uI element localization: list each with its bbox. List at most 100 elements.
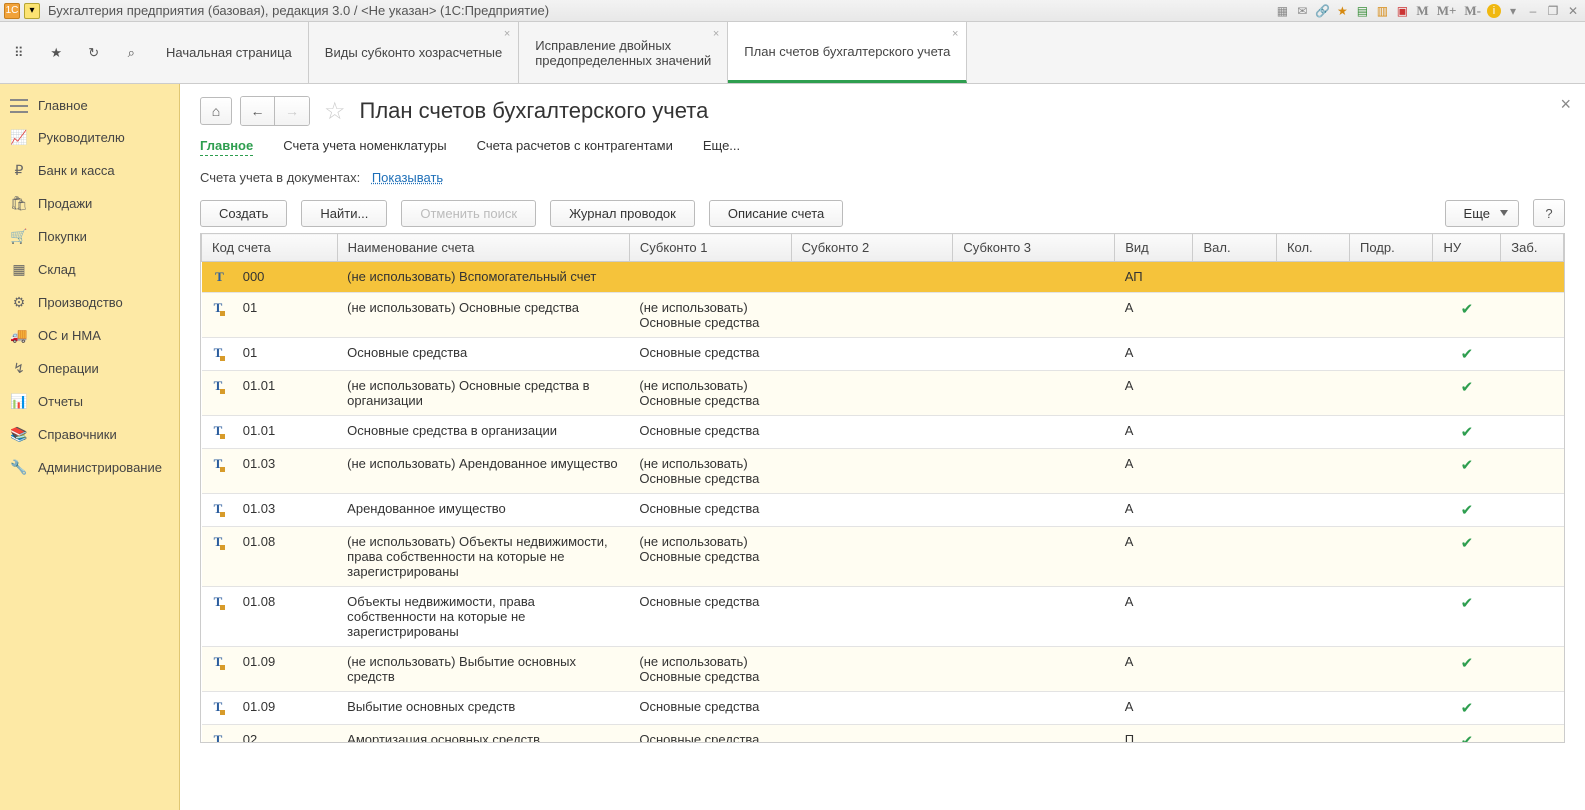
info-icon[interactable]: i <box>1487 4 1501 18</box>
sidebar-item-10[interactable]: 📚Справочники <box>0 418 179 451</box>
subtab-2[interactable]: Счета расчетов с контрагентами <box>477 138 673 156</box>
apps-icon[interactable]: ⠿ <box>9 43 29 63</box>
cell: А <box>1115 338 1193 371</box>
history-icon[interactable]: ↻ <box>84 43 104 63</box>
sidebar-item-0[interactable]: Главное <box>0 90 179 121</box>
mplus-button[interactable]: M+ <box>1435 3 1459 19</box>
table-row[interactable]: T 01.09(не использовать) Выбытие основны… <box>202 647 1564 692</box>
sidebar-item-9[interactable]: 📊Отчеты <box>0 385 179 418</box>
cell: ✔ <box>1433 371 1501 416</box>
sidebar-item-6[interactable]: ⚙Производство <box>0 286 179 319</box>
schedule-icon[interactable]: ▥ <box>1374 3 1390 19</box>
table-row[interactable]: T 01Основные средстваОсновные средстваА✔ <box>202 338 1564 371</box>
column-header[interactable]: Субконто 2 <box>791 234 953 262</box>
page-title: План счетов бухгалтерского учета <box>360 98 709 124</box>
forward-button[interactable]: → <box>275 97 309 125</box>
column-header[interactable]: Вал. <box>1193 234 1276 262</box>
calc-icon[interactable]: ▤ <box>1354 3 1370 19</box>
dropdown-icon[interactable]: ▾ <box>24 3 40 19</box>
cell: А <box>1115 371 1193 416</box>
column-header[interactable]: Подр. <box>1349 234 1432 262</box>
tab-3[interactable]: План счетов бухгалтерского учета× <box>728 22 967 83</box>
cell <box>1501 371 1564 416</box>
sidebar-item-1[interactable]: 📈Руководителю <box>0 121 179 154</box>
link-icon[interactable]: 🔗 <box>1314 3 1330 19</box>
column-header[interactable]: НУ <box>1433 234 1501 262</box>
cell: А <box>1115 527 1193 587</box>
favorite-icon[interactable]: ★ <box>1334 3 1350 19</box>
cell <box>1193 338 1276 371</box>
tab-0[interactable]: Начальная страница <box>150 22 309 83</box>
sidebar-item-7[interactable]: 🚚ОС и НМА <box>0 319 179 352</box>
column-header[interactable]: Наименование счета <box>337 234 629 262</box>
dropdown2-icon[interactable]: ▾ <box>1505 3 1521 19</box>
cell <box>1276 725 1349 744</box>
tab-close-icon[interactable]: × <box>952 28 958 40</box>
cell: А <box>1115 416 1193 449</box>
cell <box>1501 647 1564 692</box>
cell <box>953 262 1115 293</box>
subtab-3[interactable]: Еще... <box>703 138 740 156</box>
find-button[interactable]: Найти... <box>301 200 387 227</box>
sidebar-item-3[interactable]: 🛍Продажи <box>0 187 179 220</box>
tab-2[interactable]: Исправление двойныхпредопределенных знач… <box>519 22 728 83</box>
create-button[interactable]: Создать <box>200 200 287 227</box>
home-button[interactable]: ⌂ <box>200 97 232 125</box>
star-icon[interactable]: ★ <box>46 43 66 63</box>
sidebar-item-4[interactable]: 🛒Покупки <box>0 220 179 253</box>
more-button[interactable]: Еще <box>1445 200 1519 227</box>
column-header[interactable]: Субконто 1 <box>629 234 791 262</box>
cell <box>791 371 953 416</box>
window-minimize-icon[interactable]: – <box>1525 3 1541 19</box>
description-button[interactable]: Описание счета <box>709 200 843 227</box>
column-header[interactable]: Заб. <box>1501 234 1564 262</box>
column-header[interactable]: Код счета <box>202 234 338 262</box>
sidebar-item-5[interactable]: ▦Склад <box>0 253 179 286</box>
subtab-1[interactable]: Счета учета номенклатуры <box>283 138 446 156</box>
tab-close-icon[interactable]: × <box>504 28 510 40</box>
bag-icon: 🛍 <box>10 195 28 212</box>
cell: Выбытие основных средств <box>337 692 629 725</box>
cell <box>953 692 1115 725</box>
mail-icon[interactable]: ✉ <box>1294 3 1310 19</box>
table-row[interactable]: T 01.01Основные средства в организацииОс… <box>202 416 1564 449</box>
column-header[interactable]: Субконто 3 <box>953 234 1115 262</box>
table-row[interactable]: T 01.03(не использовать) Арендованное им… <box>202 449 1564 494</box>
sidebar-item-2[interactable]: ₽Банк и касса <box>0 154 179 187</box>
cell <box>1501 494 1564 527</box>
sidebar-item-8[interactable]: ↯Операции <box>0 352 179 385</box>
tab-1[interactable]: Виды субконто хозрасчетные× <box>309 22 519 83</box>
calendar-icon[interactable]: ▣ <box>1394 3 1410 19</box>
mminus-button[interactable]: M- <box>1462 3 1483 19</box>
table-row[interactable]: T 01.08Объекты недвижимости, права собст… <box>202 587 1564 647</box>
window-close-icon[interactable]: ✕ <box>1565 3 1581 19</box>
app-icon[interactable]: 1C <box>4 3 20 19</box>
m-button[interactable]: M <box>1414 3 1430 19</box>
table-row[interactable]: T 02Амортизация основных средствОсновные… <box>202 725 1564 744</box>
subtab-0[interactable]: Главное <box>200 138 253 156</box>
table-row[interactable]: T 01.01(не использовать) Основные средст… <box>202 371 1564 416</box>
accounts-table[interactable]: Код счетаНаименование счетаСубконто 1Суб… <box>200 233 1565 743</box>
table-row[interactable]: T 01.08(не использовать) Объекты недвижи… <box>202 527 1564 587</box>
table-row[interactable]: T 000(не использовать) Вспомогательный с… <box>202 262 1564 293</box>
search-icon[interactable]: ⌕ <box>121 43 141 63</box>
cell <box>953 647 1115 692</box>
help-button[interactable]: ? <box>1533 199 1565 227</box>
cancel-search-button[interactable]: Отменить поиск <box>401 200 536 227</box>
tab-label-2: предопределенных значений <box>535 53 711 68</box>
table-row[interactable]: T 01.09Выбытие основных средствОсновные … <box>202 692 1564 725</box>
tab-close-icon[interactable]: × <box>713 28 719 40</box>
table-row[interactable]: T 01.03Арендованное имуществоОсновные ср… <box>202 494 1564 527</box>
journal-button[interactable]: Журнал проводок <box>550 200 695 227</box>
back-button[interactable]: ← <box>241 97 275 125</box>
column-header[interactable]: Вид <box>1115 234 1193 262</box>
close-main-icon[interactable]: × <box>1560 94 1571 115</box>
sidebar-item-11[interactable]: 🔧Администрирование <box>0 451 179 484</box>
window-restore-icon[interactable]: ❐ <box>1545 3 1561 19</box>
table-row[interactable]: T 01(не использовать) Основные средства(… <box>202 293 1564 338</box>
columns-icon[interactable]: ▦ <box>1274 3 1290 19</box>
cell: (не использовать) Основные средства <box>629 371 791 416</box>
column-header[interactable]: Кол. <box>1276 234 1349 262</box>
infoline-link[interactable]: Показывать <box>372 170 443 185</box>
favorite-page-icon[interactable]: ☆ <box>324 97 346 126</box>
